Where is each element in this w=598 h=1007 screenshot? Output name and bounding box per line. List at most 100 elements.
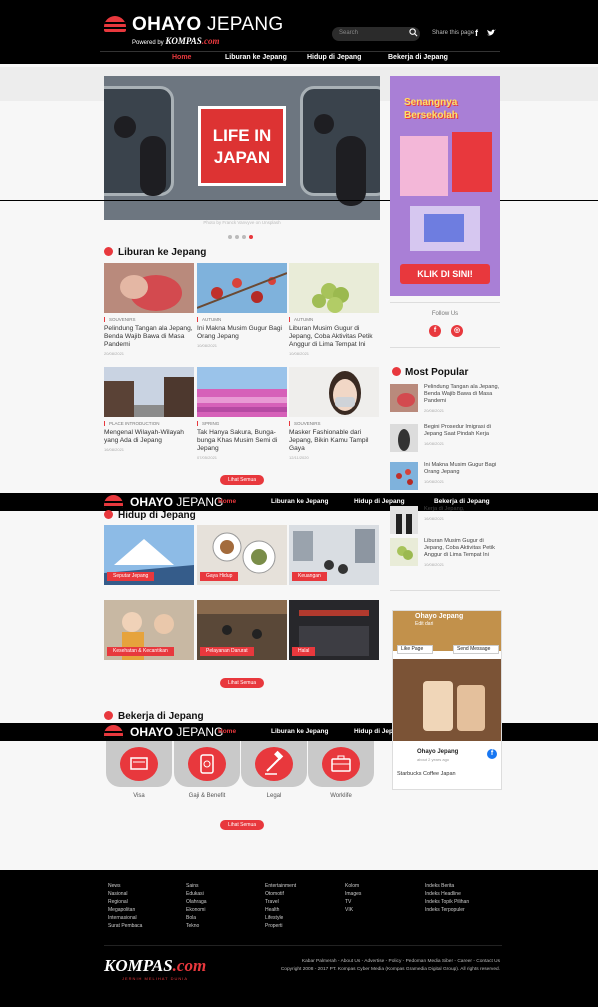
worklife-tile[interactable] [308,741,374,787]
popular-title[interactable]: Kerja di Jepang, [424,506,464,512]
popular-thumb[interactable] [390,384,418,412]
sticky-nav-bekerja[interactable]: Bekerja di Jepang [434,498,490,505]
article-title[interactable]: Mengenal Wilayah-Wilayah yang Ada di Jep… [104,429,194,445]
facebook-icon[interactable]: f [487,749,497,759]
sticky-nav-home[interactable]: Home [218,498,236,505]
salary-label[interactable]: Gaji & Benefit [174,793,240,799]
footer-link[interactable]: Olahraga [186,898,207,906]
category-tile[interactable]: Gaya Hidup [197,525,287,585]
article-card[interactable]: AUTUMN Liburan Musim Gugur di Jepang, Co… [289,263,379,356]
popular-title[interactable]: Pelindung Tangan ala Jepang, Benda Wajib… [424,384,499,404]
footer-link[interactable]: Ekonomi [186,906,207,914]
article-title[interactable]: Masker Fashionable dari Jepang, Bikin Ka… [289,429,379,453]
footer-link[interactable]: Indeks Terpopuler [425,906,469,914]
lihat-semua-hidup-button[interactable]: Lihat Semua [220,678,264,688]
footer-link[interactable]: Regional [108,898,142,906]
footer-link[interactable]: Entertainment [265,882,296,890]
article-thumbnail[interactable] [104,263,194,313]
popular-thumb[interactable] [390,424,418,452]
footer-link[interactable]: Lifestyle [265,914,296,922]
article-card[interactable]: SOUVENIRS Masker Fashionable dari Jepang… [289,367,379,460]
article-thumbnail[interactable] [197,263,287,313]
popular-title[interactable]: Begini Prosedur Imigrasi di Jepang Saat … [424,424,491,437]
hero-slider[interactable]: LIFE IN JAPAN [104,76,380,220]
facebook-widget[interactable]: Ohayo Jepang Edit dari Like Page Send Me… [392,610,502,790]
footer-link[interactable]: TV [345,898,361,906]
article-title[interactable]: Ini Makna Musim Gugur Bagi Orang Jepang [197,325,287,341]
popular-thumb[interactable] [390,538,418,566]
footer-link[interactable]: VIK [345,906,361,914]
sticky-logo[interactable]: OHAYO JEPANG [130,495,223,509]
lihat-semua-liburan-button[interactable]: Lihat Semua [220,475,264,485]
facebook-icon[interactable]: f [429,325,441,337]
salary-tile[interactable] [174,741,240,787]
fb-send-message-button[interactable]: Send Message [453,645,499,654]
facebook-icon[interactable]: f [475,28,478,38]
sticky-logo[interactable]: OHAYO JEPANG [130,725,223,739]
category-tile[interactable]: Halal [289,600,379,660]
popular-thumb[interactable] [390,506,418,534]
article-thumbnail[interactable] [104,367,194,417]
popular-title[interactable]: Ini Makna Musim Gugur Bagi Orang Jepang [424,462,496,475]
footer-link[interactable]: Megapolitan [108,906,142,914]
article-title[interactable]: Liburan Musim Gugur di Jepang, Coba Akti… [289,325,379,349]
fb-page-name[interactable]: Ohayo Jepang [415,613,463,620]
footer-link[interactable]: Bola [186,914,207,922]
article-card[interactable]: SPRING Tak Hanya Sakura, Bunga-bunga Kha… [197,367,287,460]
footer-link[interactable]: Internasional [108,914,142,922]
article-thumbnail[interactable] [197,367,287,417]
footer-link[interactable]: Otomotif [265,890,296,898]
article-card[interactable]: SOUVENIRS Pelindung Tangan ala Jepang, B… [104,263,194,356]
worklife-label[interactable]: Worklife [308,793,374,799]
fb-like-button[interactable]: Like Page [397,645,433,654]
article-thumbnail[interactable] [289,263,379,313]
sticky-nav-hidup[interactable]: Hidup di Jepang [354,498,405,505]
nav-hidup[interactable]: Hidup di Jepang [307,54,361,61]
category-tile[interactable]: Kesehatan & Kecantikan [104,600,194,660]
instagram-icon[interactable]: ◎ [451,325,463,337]
footer-link[interactable]: Indeks Headline [425,890,469,898]
article-title[interactable]: Pelindung Tangan ala Jepang, Benda Wajib… [104,325,194,349]
nav-home[interactable]: Home [172,54,191,61]
ad-cta-button[interactable]: KLIK DI SINI! [400,264,490,284]
lihat-semua-bekerja-button[interactable]: Lihat Semua [220,820,264,830]
category-tile[interactable]: Keuangan [289,525,379,585]
nav-liburan[interactable]: Liburan ke Jepang [225,54,287,61]
article-card[interactable]: AUTUMN Ini Makna Musim Gugur Bagi Orang … [197,263,287,348]
popular-thumb[interactable] [390,462,418,490]
fb-post-author[interactable]: Ohayo Jepang [417,749,458,755]
article-thumbnail[interactable] [289,367,379,417]
kompas-logo[interactable]: KOMPAS.com [104,956,206,976]
footer-link[interactable]: Nasional [108,890,142,898]
footer-link[interactable]: Kolom [345,882,361,890]
popular-title[interactable]: Liburan Musim Gugur di Jepang, Coba Akti… [424,538,495,558]
article-card[interactable]: PLACE INTRODUCTION Mengenal Wilayah-Wila… [104,367,194,452]
category-tile[interactable]: Pelayanan Darurat [197,600,287,660]
visa-label[interactable]: Visa [106,793,172,799]
search-icon[interactable] [409,28,418,37]
legal-label[interactable]: Legal [241,793,307,799]
footer-link[interactable]: Tekno [186,922,207,930]
footer-link[interactable]: Indeks Berita [425,882,469,890]
visa-tile[interactable] [106,741,172,787]
footer-link[interactable]: Health [265,906,296,914]
footer-link[interactable]: Surat Pembaca [108,922,142,930]
sticky-nav-home[interactable]: Home [218,728,236,735]
legal-tile[interactable] [241,741,307,787]
sticky-nav-liburan[interactable]: Liburan ke Jepang [271,728,328,735]
category-tile[interactable]: Seputar Jepang [104,525,194,585]
footer-link[interactable]: Edukasi [186,890,207,898]
twitter-icon[interactable] [487,29,496,37]
sidebar-ad[interactable]: Senangnya Bersekolah KLIK DI SINI! [390,76,500,296]
footer-link[interactable]: Properti [265,922,296,930]
footer-link[interactable]: News [108,882,142,890]
slider-dots[interactable] [228,226,256,244]
footer-link[interactable]: Travel [265,898,296,906]
article-title[interactable]: Tak Hanya Sakura, Bunga-bunga Khas Musim… [197,429,287,453]
footer-link[interactable]: Sains [186,882,207,890]
footer-link[interactable]: Indeks Topik Pilihan [425,898,469,906]
sticky-nav-liburan[interactable]: Liburan ke Jepang [271,498,328,505]
search-input[interactable]: Search [332,27,420,41]
footer-link[interactable]: Images [345,890,361,898]
nav-bekerja[interactable]: Bekerja di Jepang [388,54,448,61]
